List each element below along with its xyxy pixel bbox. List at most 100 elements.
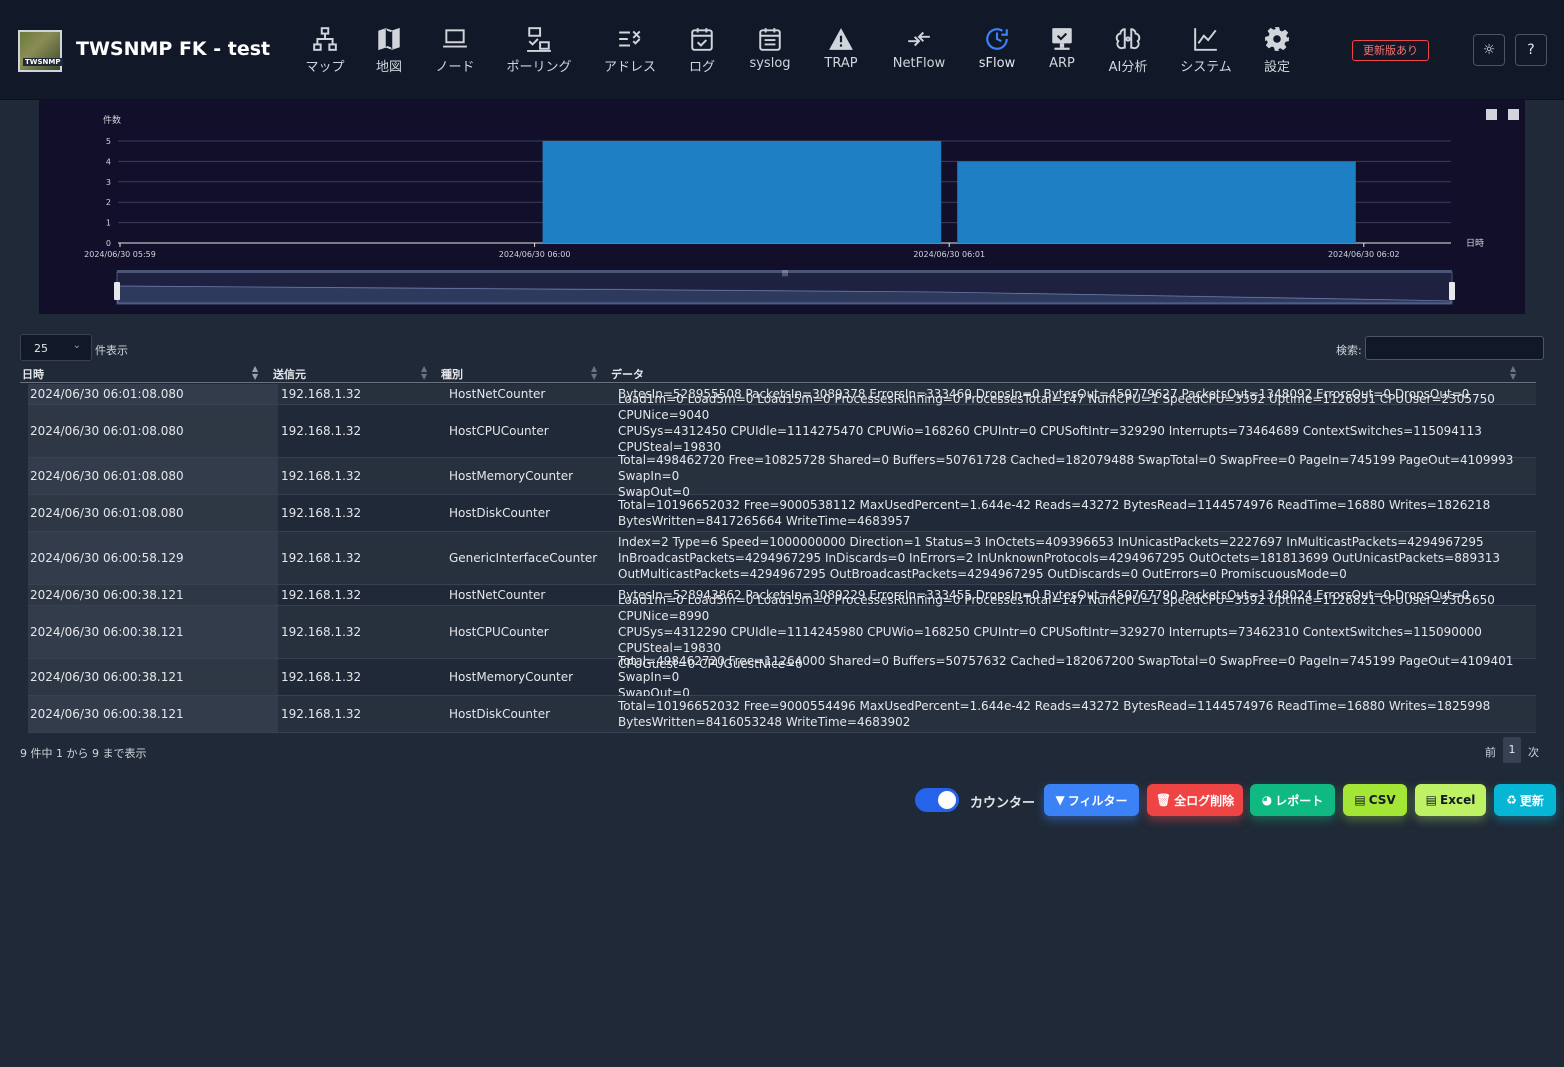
delete-all-logs-label: 全ログ削除 [1174,793,1235,808]
nav-label: ポーリング [506,60,572,75]
chart-bar [542,141,942,243]
nav-label: ARP [1049,56,1075,71]
cell-date: 2024/06/30 06:01:08.080 [28,384,278,404]
app-title: TWSNMP FK - test [76,38,271,60]
pagination-next[interactable]: 次 [1528,744,1539,760]
cell-type: HostMemoryCounter [449,469,574,483]
excel-button[interactable]: ▤ Excel [1415,784,1486,816]
csv-button[interactable]: ▤ CSV [1343,784,1407,816]
nav-label: AI分析 [1108,60,1148,75]
column-header-source[interactable]: 送信元 [273,366,306,382]
sort-icon: ▲ ▼ [421,364,428,381]
nav-item-arp[interactable]: ARP [1045,26,1079,76]
nav-label: 設定 [1263,60,1290,75]
nav-item-sflow[interactable]: sFlow [976,26,1018,76]
csv-button-label: CSV [1368,793,1396,807]
laptop-icon [443,29,467,48]
help-button[interactable]: ? [1515,34,1547,66]
update-available-badge[interactable]: 更新版あり [1352,40,1429,61]
cell-source: 192.168.1.32 [281,424,362,438]
cell-data: Total=498462720 Free=10825728 Shared=0 B… [618,453,1514,499]
sitemap-icon [313,27,337,51]
theme-toggle-button[interactable]: ☼ [1473,34,1505,66]
nav-item-address[interactable]: アドレス [603,26,657,76]
zoom-reset-icon [1508,109,1519,120]
nav-label: sFlow [978,56,1016,71]
datazoom-handle-left [114,282,120,300]
table-row[interactable]: 2024/06/30 06:00:38.121 192.168.1.32 Hos… [28,593,1536,671]
y-tick-label: 0 [106,239,111,248]
cell-source: 192.168.1.32 [281,588,362,602]
nav-label: TRAP [824,56,858,71]
cell-type: HostCPUCounter [449,625,549,639]
cell-date: 2024/06/30 06:00:38.121 [28,659,278,695]
pagination-page-1[interactable]: 1 [1503,737,1521,763]
y-tick-label: 4 [106,157,111,166]
report-button[interactable]: ◕ レポート [1250,784,1335,816]
cell-date: 2024/06/30 06:00:38.121 [28,606,278,658]
column-header-date[interactable]: 日時 [22,366,44,382]
cell-date: 2024/06/30 06:00:58.129 [28,532,278,584]
brain-icon [1115,28,1141,50]
table-row[interactable]: 2024/06/30 06:00:38.121 192.168.1.32 Hos… [28,696,1536,733]
nav-item-log[interactable]: ログ [686,26,718,76]
line-chart-icon [1194,28,1217,51]
logo-text: TWSNMP [23,58,63,66]
refresh-button[interactable]: ♻ 更新 [1494,784,1556,816]
delete-all-logs-button[interactable]: 🗑 全ログ削除 [1147,784,1243,816]
nav-item-settings[interactable]: 設定 [1262,26,1292,76]
nav-item-netflow[interactable]: NetFlow [890,26,948,76]
arrows-icon [908,31,930,47]
table-row[interactable]: 2024/06/30 06:00:58.129 192.168.1.32 Gen… [28,532,1536,585]
table-info: 9 件中 1 から 9 まで表示 [20,747,147,760]
cell-source: 192.168.1.32 [281,506,362,520]
report-button-label: レポート [1275,793,1324,808]
x-tick-label: 2024/06/30 06:02 [1328,250,1400,259]
cell-type: HostNetCounter [449,588,546,602]
counter-toggle-label: カウンター [970,796,1036,811]
cell-source: 192.168.1.32 [281,707,362,721]
app-logo[interactable]: TWSNMP [18,30,63,72]
column-header-type[interactable]: 種別 [441,366,463,382]
clock-icon [986,28,1008,50]
nav-item-nodes[interactable]: ノード [434,26,476,76]
cell-source: 192.168.1.32 [281,670,362,684]
datazoom-grip-icon: ||| [782,270,788,277]
table-row[interactable]: 2024/06/30 06:01:08.080 192.168.1.32 Hos… [28,453,1536,499]
nav-item-geomap[interactable]: 地図 [373,26,405,76]
excel-button-label: Excel [1440,793,1476,807]
cell-source: 192.168.1.32 [281,387,362,401]
cell-source: 192.168.1.32 [281,469,362,483]
pagination-prev[interactable]: 前 [1485,744,1496,760]
file-excel-icon: ▤ [1425,793,1438,807]
table-row[interactable]: 2024/06/30 06:00:38.121 192.168.1.32 Hos… [28,654,1536,700]
table-row[interactable]: 2024/06/30 06:01:08.080 192.168.1.32 Hos… [28,495,1536,532]
nav-label: システム [1180,60,1232,75]
sort-desc-icon: ▲ ▼ [252,364,259,381]
nav-item-syslog[interactable]: syslog [746,26,794,76]
counter-toggle[interactable] [915,788,959,812]
table-row[interactable]: 2024/06/30 06:01:08.080 192.168.1.32 Hos… [28,392,1536,470]
nav-label: アドレス [603,60,656,75]
nav-item-map[interactable]: マップ [304,26,346,76]
address-list-icon [619,30,641,47]
page-length-select[interactable]: 25 ⌄ [20,334,92,361]
y-tick-label: 2 [106,198,111,207]
page-length-label: 件表示 [95,344,128,357]
nav-item-system[interactable]: システム [1178,26,1234,76]
map-icon [378,27,400,51]
monitor-icon [1052,28,1072,50]
filter-button[interactable]: ▼ フィルター [1044,784,1139,816]
column-header-data[interactable]: データ [611,366,644,382]
sort-icon: ▲ ▼ [591,364,598,381]
cell-type: GenericInterfaceCounter [449,551,598,565]
nav-item-trap[interactable]: TRAP [821,26,861,76]
cell-type: HostDiskCounter [449,707,551,721]
cell-type: HostDiskCounter [449,506,551,520]
nav-label: ログ [688,60,715,75]
search-input[interactable] [1365,336,1544,360]
y-tick-label: 5 [106,137,111,146]
nav-item-ai[interactable]: AI分析 [1106,26,1150,76]
nav-item-polling[interactable]: ポーリング [505,26,573,76]
cell-data: Total=498462720 Free=11264000 Shared=0 B… [618,654,1514,700]
